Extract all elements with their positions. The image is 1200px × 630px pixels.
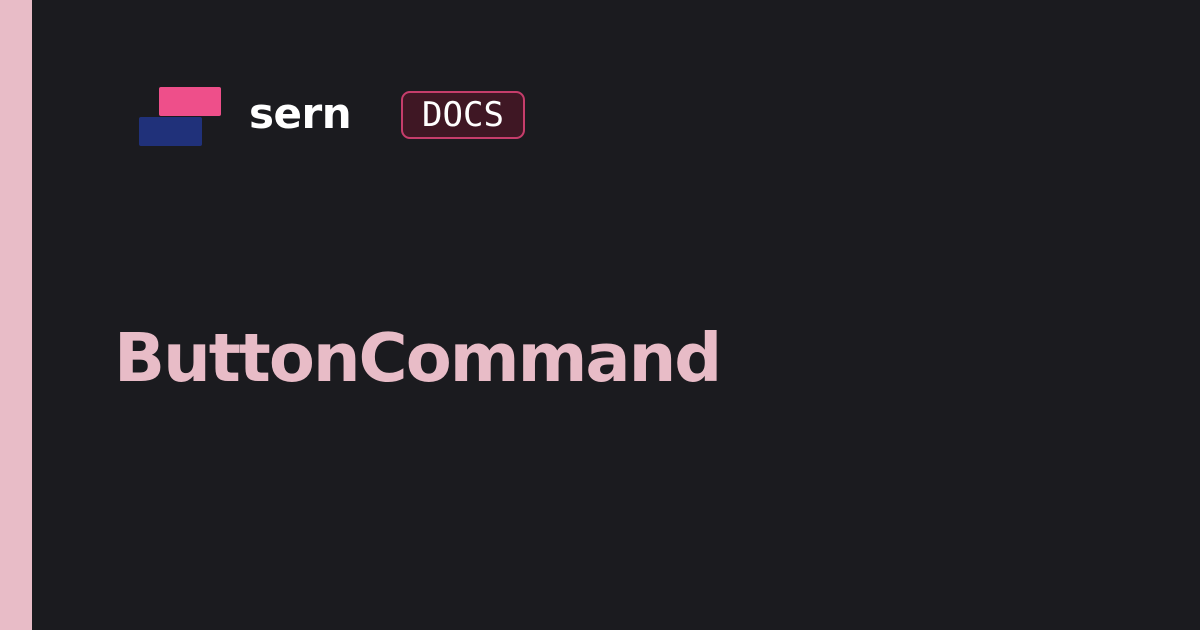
brand-name: sern xyxy=(249,89,352,138)
logo-bottom-block xyxy=(139,117,202,146)
docs-badge: DOCS xyxy=(401,91,525,139)
page-title: ButtonCommand xyxy=(114,319,722,397)
docs-social-card: sern DOCS ButtonCommand xyxy=(0,0,1200,630)
sern-logo-icon xyxy=(139,87,222,147)
logo-top-block xyxy=(159,87,221,116)
docs-badge-label: DOCS xyxy=(422,95,504,135)
accent-stripe xyxy=(0,0,32,630)
